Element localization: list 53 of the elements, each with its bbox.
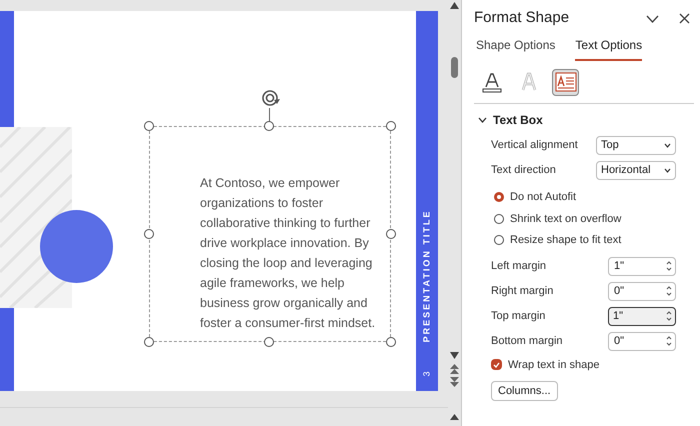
spinner-arrows-icon[interactable] — [666, 285, 672, 297]
resize-handle[interactable] — [264, 121, 274, 131]
resize-handle[interactable] — [144, 121, 154, 131]
radio-label[interactable]: Resize shape to fit text — [510, 232, 622, 248]
field-label: Vertical alignment — [491, 138, 578, 154]
chevron-down-icon[interactable] — [478, 117, 487, 123]
radio-button[interactable] — [494, 214, 504, 224]
field-label: Left margin — [491, 258, 546, 274]
presentation-title: PRESENTATION TITLE — [420, 210, 432, 342]
previous-slide-icon[interactable] — [450, 364, 459, 374]
resize-handle[interactable] — [386, 337, 396, 347]
pane-title: Format Shape — [474, 8, 570, 28]
resize-handle[interactable] — [264, 337, 274, 347]
spin-field[interactable]: 1" — [608, 306, 676, 326]
dropdown[interactable]: Horizontal — [596, 161, 676, 180]
resize-handle[interactable] — [386, 229, 396, 239]
resize-handle[interactable] — [144, 337, 154, 347]
scroll-up-icon[interactable] — [450, 2, 459, 9]
resize-handle[interactable] — [386, 121, 396, 131]
field-label: Text direction — [491, 163, 556, 178]
field-label: Bottom margin — [491, 334, 563, 349]
pane-tab[interactable]: Shape Options — [476, 36, 556, 61]
text-box-icon[interactable] — [552, 68, 579, 96]
radio-label[interactable]: Shrink text on overflow — [510, 210, 622, 227]
caret-icon — [664, 143, 671, 148]
chevron-down-icon[interactable] — [646, 14, 659, 22]
next-slide-icon[interactable] — [450, 377, 459, 387]
close-icon[interactable] — [679, 13, 690, 24]
scrollbar-thumb[interactable] — [451, 57, 458, 78]
caret-icon — [664, 168, 671, 173]
dropdown[interactable]: Top — [596, 136, 676, 155]
field-label: Right margin — [491, 284, 554, 299]
pane-tab[interactable]: Text Options — [575, 36, 642, 61]
spin-field[interactable]: 0" — [608, 282, 676, 300]
spinner-arrows-icon[interactable] — [666, 335, 672, 347]
scroll-up-icon[interactable] — [450, 414, 459, 420]
checkbox[interactable] — [491, 359, 502, 370]
spin-field[interactable]: 1" — [608, 256, 676, 276]
page-number: 3 — [420, 372, 432, 376]
columns-button[interactable]: Columns... — [491, 381, 558, 401]
spinner-arrows-icon[interactable] — [666, 260, 672, 272]
radio-button[interactable] — [494, 192, 504, 202]
checkbox-label[interactable]: Wrap text in shape — [508, 356, 600, 373]
spinner-arrows-icon[interactable] — [666, 310, 672, 322]
spin-field[interactable]: 0" — [608, 332, 676, 350]
slide-body-text: At Contoso, we empower organizations to foster collaborative thinking to further drive workplace innovation. By closing the loop and leveraging agile frameworks, we help business grow organically and foster a consumer-first mindset. — [200, 175, 376, 332]
radio-button[interactable] — [494, 235, 504, 246]
radio-label[interactable]: Do not Autofit — [510, 189, 576, 206]
section-title[interactable]: Text Box — [493, 111, 543, 129]
rotate-handle-icon[interactable] — [261, 88, 281, 108]
scroll-down-icon[interactable] — [450, 352, 459, 359]
resize-handle[interactable] — [144, 229, 154, 239]
field-label: Top margin — [491, 308, 546, 324]
